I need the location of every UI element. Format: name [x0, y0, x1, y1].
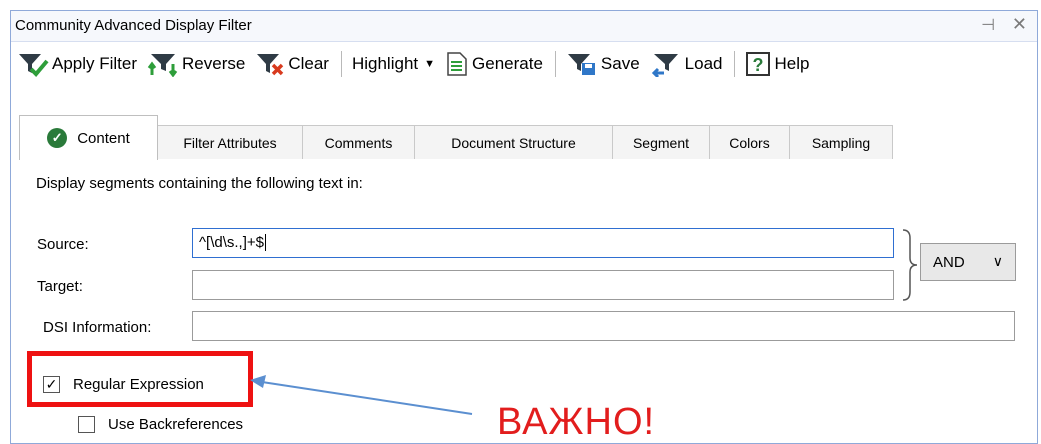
toolbar-separator — [554, 51, 556, 77]
funnel-load-icon — [651, 54, 678, 77]
apply-filter-label: Apply Filter — [52, 54, 138, 73]
close-icon[interactable]: ✕ — [1012, 14, 1027, 35]
clear-button[interactable]: Clear — [255, 51, 329, 77]
chevron-down-icon: ▼ — [424, 58, 436, 70]
chevron-down-icon: ∨ — [992, 253, 1003, 269]
funnel-clear-icon — [257, 54, 284, 76]
generate-label: Generate — [472, 54, 543, 73]
help-label: Help — [774, 54, 810, 73]
generate-button[interactable]: Generate — [445, 51, 543, 77]
panel-title: Community Advanced Display Filter — [15, 17, 252, 34]
document-generate-icon — [447, 52, 467, 76]
highlight-dropdown[interactable]: Highlight ▼ — [352, 54, 435, 74]
source-label: Source: — [37, 236, 89, 253]
target-input[interactable] — [192, 270, 894, 300]
reverse-button[interactable]: Reverse — [147, 51, 245, 77]
check-circle-icon: ✓ — [47, 128, 68, 148]
tab-colors[interactable]: Colors — [709, 125, 790, 159]
help-button[interactable]: ? Help — [745, 51, 809, 77]
tab-comments[interactable]: Comments — [302, 125, 415, 159]
load-button[interactable]: Load — [650, 51, 723, 77]
tab-label: Document Structure — [451, 134, 576, 151]
tab-label: Content — [77, 129, 130, 147]
source-value: ^[\d\s.,]+$ — [199, 234, 264, 251]
dsi-input[interactable] — [192, 311, 1015, 341]
tab-label: Comments — [324, 134, 393, 151]
apply-filter-button[interactable]: Apply Filter — [17, 51, 137, 77]
load-label: Load — [684, 54, 723, 73]
operator-value: AND — [933, 253, 965, 271]
toolbar-separator — [734, 51, 736, 77]
operator-select[interactable]: AND ∨ — [920, 243, 1016, 281]
highlight-box — [27, 351, 253, 407]
tab-segment[interactable]: Segment — [612, 125, 710, 159]
tab-label: Segment — [632, 134, 690, 151]
funnel-save-icon — [567, 54, 595, 75]
svg-text:?: ? — [753, 55, 764, 75]
filter-description: Display segments containing the followin… — [36, 175, 363, 192]
tab-label: Filter Attributes — [183, 134, 277, 151]
dsi-label: DSI Information: — [43, 319, 152, 336]
toolbar: Apply Filter Reverse Clear Highlight ▼ G… — [11, 42, 1037, 86]
tab-label: Colors — [729, 134, 770, 151]
backreferences-label: Use Backreferences — [108, 416, 244, 433]
target-label: Target: — [37, 278, 83, 295]
toolbar-separator — [340, 51, 342, 77]
clear-label: Clear — [288, 54, 329, 73]
bracket-icon — [902, 229, 918, 301]
tab-label: Sampling — [811, 134, 871, 151]
highlight-label: Highlight — [351, 54, 419, 73]
tab-filter-attributes[interactable]: Filter Attributes — [157, 125, 303, 159]
annotation-arrow — [250, 375, 473, 415]
tab-sampling[interactable]: Sampling — [789, 125, 893, 159]
annotation-text: ВАЖНО! — [497, 401, 656, 443]
reverse-label: Reverse — [182, 54, 246, 73]
tab-content[interactable]: ✓ Content — [19, 115, 158, 160]
save-label: Save — [600, 54, 640, 73]
title-bar: Community Advanced Display Filter ⊣ ✕ — [11, 11, 1037, 42]
backreferences-checkbox[interactable] — [78, 416, 95, 433]
pin-icon[interactable]: ⊣ — [981, 15, 995, 35]
funnel-apply-icon — [19, 54, 49, 77]
save-button[interactable]: Save — [566, 51, 640, 77]
funnel-reverse-icon — [147, 54, 178, 77]
help-icon: ? — [746, 52, 771, 76]
source-input[interactable]: ^[\d\s.,]+$ — [192, 228, 894, 258]
tab-document-structure[interactable]: Document Structure — [414, 125, 613, 159]
